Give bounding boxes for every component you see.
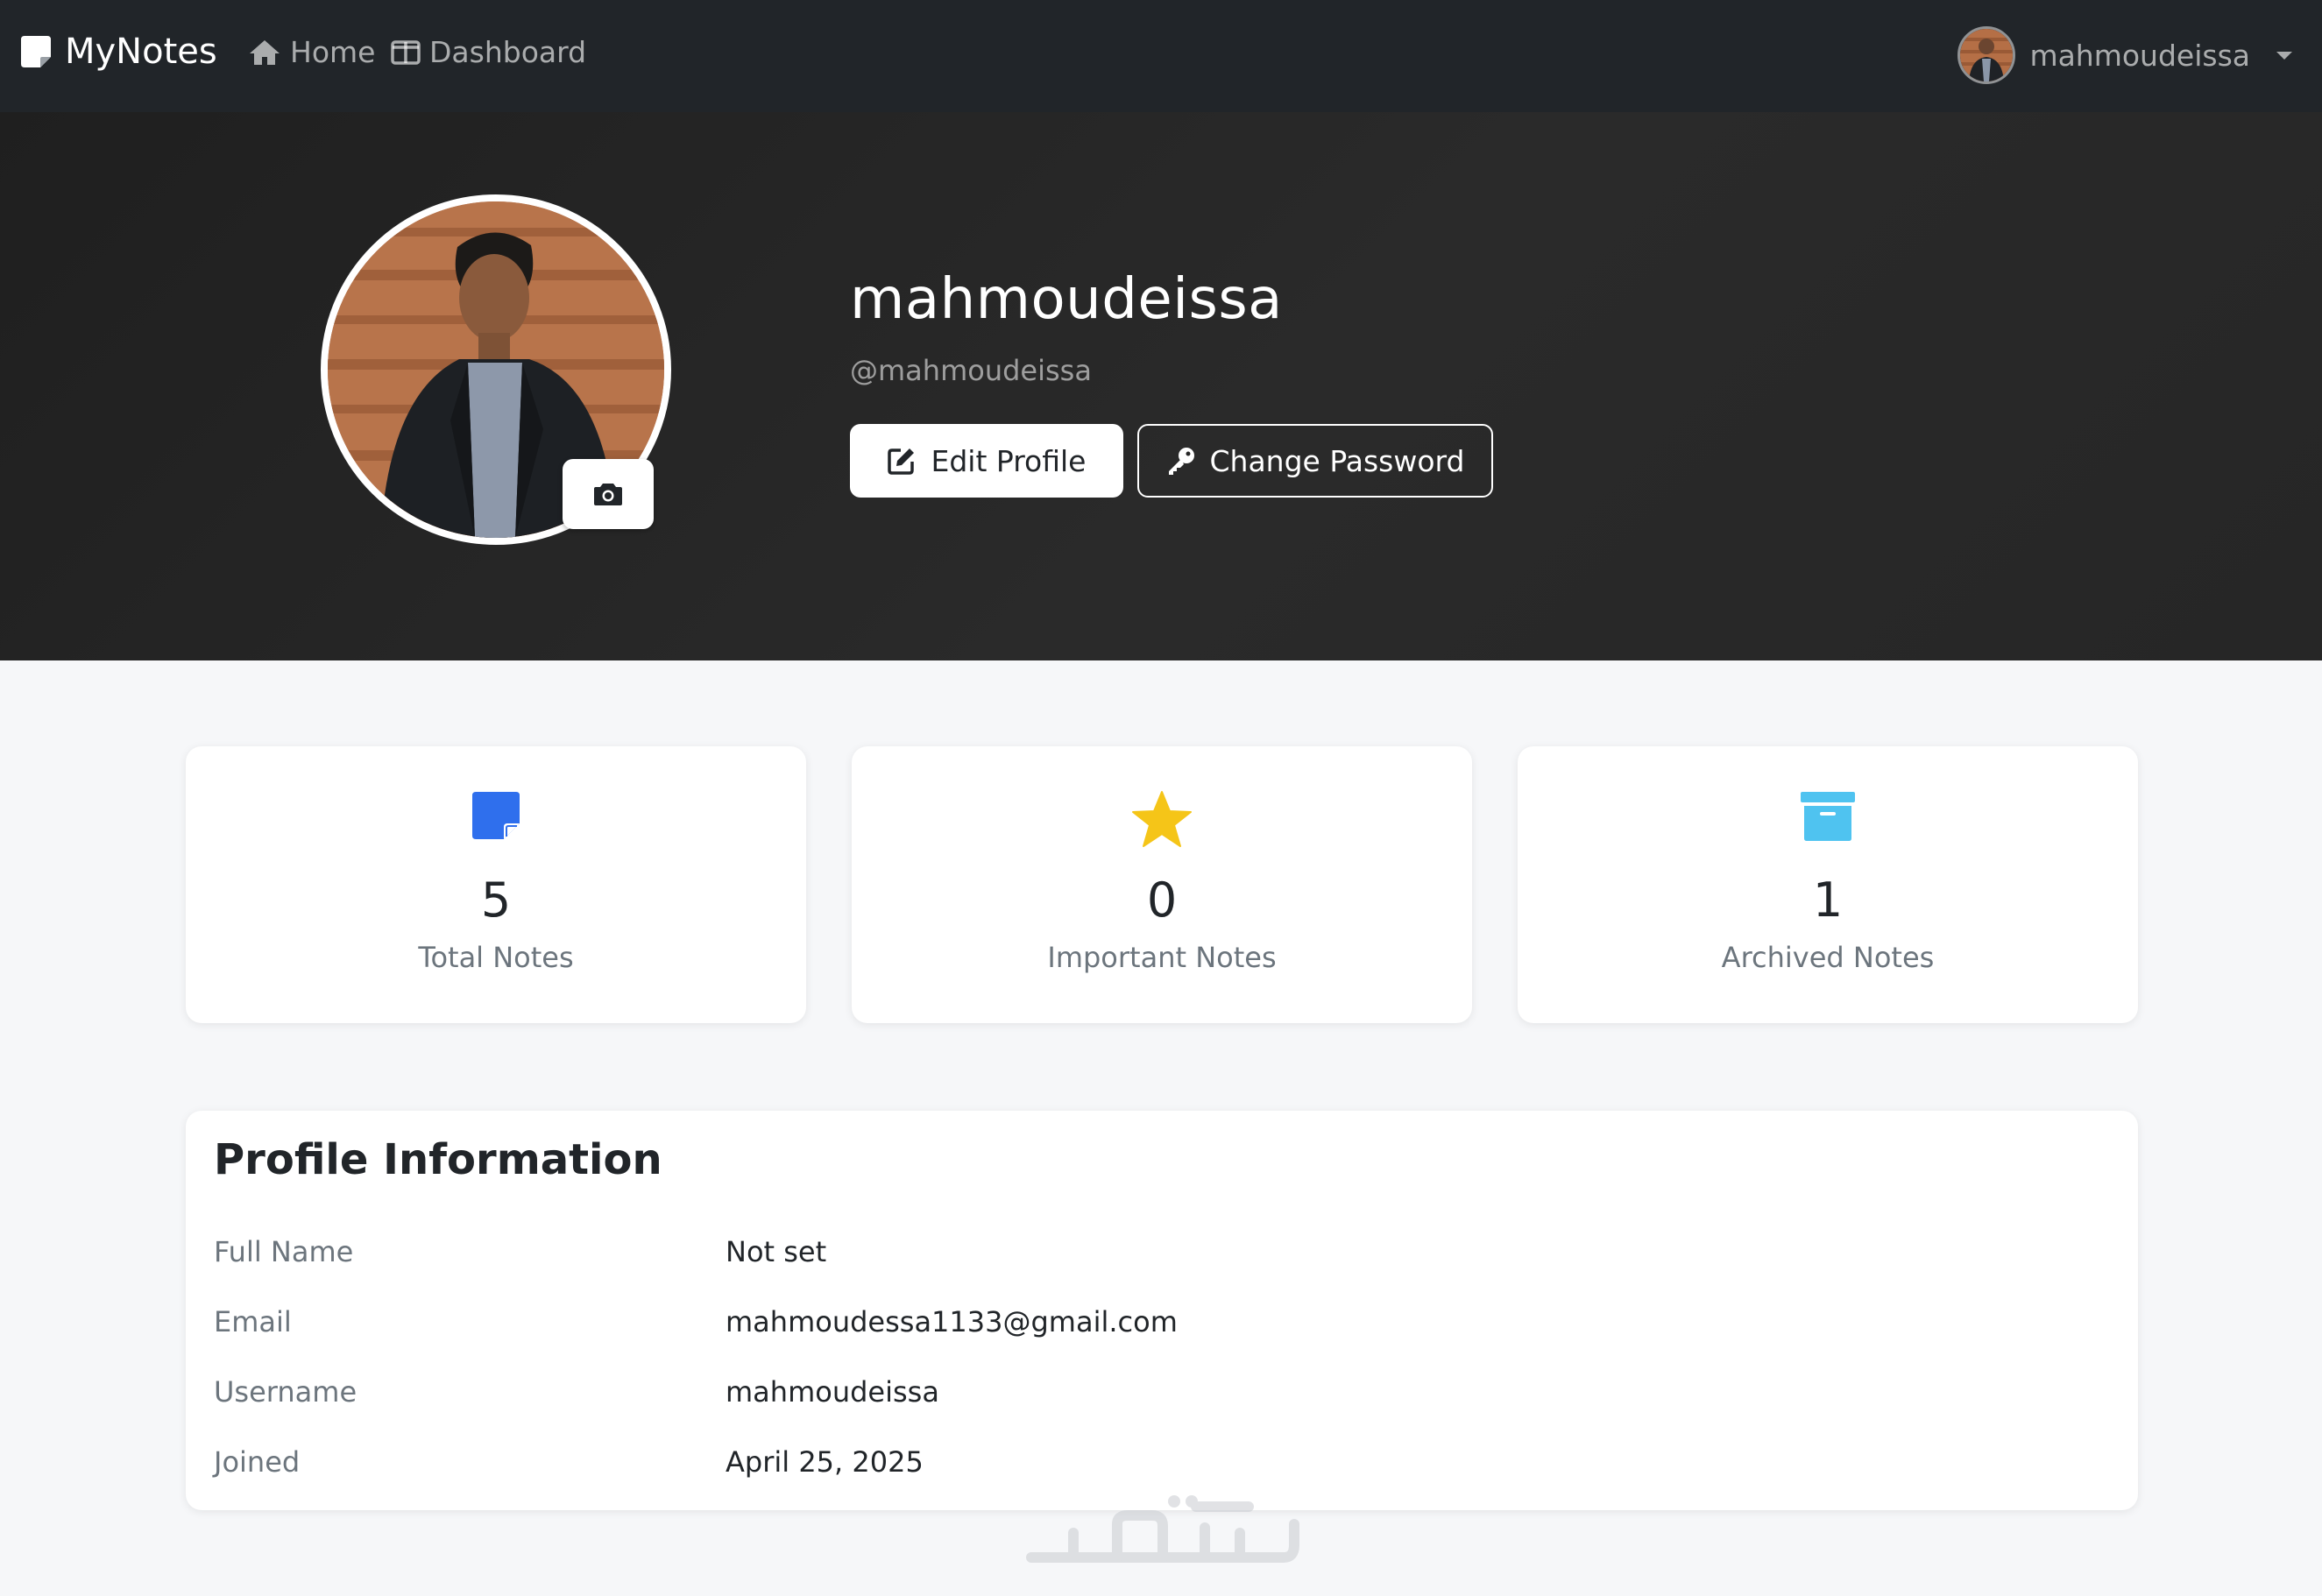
top-navbar: MyNotes Home Dashboard mahmoudeissa	[0, 0, 2322, 112]
nav-link-dashboard[interactable]: Dashboard	[391, 35, 586, 69]
columns-icon	[391, 39, 421, 65]
user-menu-dropdown[interactable]: mahmoudeissa	[1957, 26, 2292, 84]
brand-label: MyNotes	[65, 32, 217, 72]
edit-icon	[888, 448, 915, 475]
archive-icon	[1801, 792, 1855, 841]
watermark-logo	[1026, 1495, 1299, 1563]
nav-home-label: Home	[290, 35, 376, 69]
stat-value: 1	[1812, 872, 1844, 928]
change-password-label: Change Password	[1209, 443, 1465, 478]
sticky-note-icon	[21, 36, 51, 67]
star-icon	[1132, 791, 1192, 847]
avatar	[1957, 26, 2016, 84]
edit-profile-button[interactable]: Edit Profile	[850, 424, 1123, 498]
info-row-username: Username mahmoudeissa	[214, 1365, 2106, 1417]
brand-link[interactable]: MyNotes	[19, 32, 217, 72]
camera-icon	[594, 484, 622, 505]
user-menu-name: mahmoudeissa	[2029, 38, 2250, 73]
info-row-joined: Joined April 25, 2025	[214, 1435, 2106, 1487]
key-icon	[1168, 448, 1194, 475]
stat-card-total-notes: 5 Total Notes	[186, 746, 806, 1023]
stat-card-important-notes: 0 Important Notes	[852, 746, 1472, 1023]
stat-value: 5	[480, 872, 512, 928]
info-label: Full Name	[214, 1235, 354, 1268]
info-value: mahmoudeissa	[726, 1375, 939, 1409]
section-title: Profile Information	[214, 1135, 662, 1184]
profile-handle: @mahmoudeissa	[850, 354, 1092, 387]
chevron-down-icon	[2276, 51, 2292, 60]
change-password-button[interactable]: Change Password	[1137, 424, 1493, 498]
stat-label: Archived Notes	[1721, 941, 1935, 974]
nav-link-home[interactable]: Home	[248, 35, 375, 69]
info-label: Joined	[214, 1445, 301, 1479]
edit-profile-label: Edit Profile	[931, 443, 1087, 478]
info-row-email: Email mahmoudessa1133@gmail.com	[214, 1295, 2106, 1347]
stat-value: 0	[1146, 872, 1178, 928]
info-value: Not set	[726, 1235, 827, 1268]
profile-name: mahmoudeissa	[850, 267, 1283, 332]
nav-dashboard-label: Dashboard	[429, 35, 587, 69]
stat-label: Important Notes	[1047, 941, 1277, 974]
sticky-note-icon	[472, 792, 520, 839]
info-value: April 25, 2025	[726, 1445, 924, 1479]
info-row-full-name: Full Name Not set	[214, 1225, 2106, 1277]
stat-card-archived-notes: 1 Archived Notes	[1518, 746, 2138, 1023]
profile-information-card: Profile Information Full Name Not set Em…	[186, 1111, 2138, 1510]
info-label: Email	[214, 1305, 292, 1338]
info-label: Username	[214, 1375, 358, 1409]
info-value: mahmoudessa1133@gmail.com	[726, 1305, 1178, 1338]
change-photo-button[interactable]	[563, 459, 654, 529]
home-icon	[250, 39, 280, 65]
stat-label: Total Notes	[418, 941, 574, 974]
